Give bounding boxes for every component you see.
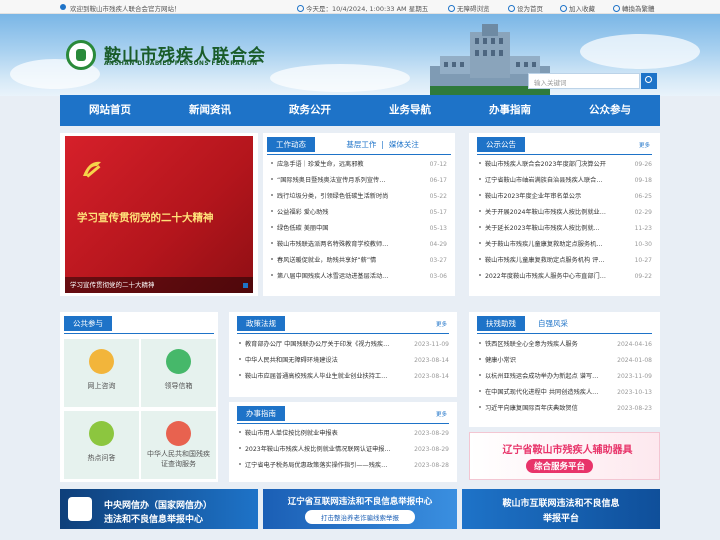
- tab-media[interactable]: 媒体关注: [384, 137, 424, 152]
- list-item[interactable]: 辽宁省鞍山市岫岩满族自治县残疾人联合… 09-18: [479, 173, 652, 189]
- promo-line1: 辽宁省鞍山市残疾人辅助器具: [502, 445, 633, 456]
- list-item[interactable]: 中华人民共和国无障碍环境建设法 2023-08-14: [239, 353, 449, 369]
- federation-logo: [66, 40, 96, 70]
- list-item[interactable]: 春风送暖促就业，助残共享好“薪”情 03-27: [271, 253, 447, 269]
- work-news-panel: 工作动态 基层工作 | 媒体关注 应急手语｜珍爱生命，远离邪教 07-12 “国际残奥…: [263, 133, 455, 296]
- search-button[interactable]: [641, 73, 657, 89]
- public-participation-panel: 公共参与 网上咨询 领导信箱 热点问答 中华人民共和国残疾证查询服务: [60, 312, 218, 482]
- slider-caption: 学习宣传贯彻党的二十大精神: [65, 277, 253, 293]
- tab-self-improvement[interactable]: 自强风采: [533, 316, 573, 331]
- top-bar: 欢迎到鞍山市残疾人联合会官方网站！ 今天是：10/4/2024, 1:00:33…: [0, 0, 720, 14]
- list-item[interactable]: 在中国式现代化进程中 共同创造残疾人… 2023-10-13: [479, 385, 652, 401]
- list-item[interactable]: 鞍山市2023年度企业年审名单公示 06-25: [479, 189, 652, 205]
- cac-report-banner[interactable]: 中央网信办（国家网信办） 违法和不良信息举报中心: [60, 489, 258, 529]
- tab-policy[interactable]: 政策法规: [237, 316, 285, 331]
- cac-logo-icon: [68, 497, 92, 521]
- list-item[interactable]: 鞍山市残疾儿童康复救助定点服务机构 评… 10-27: [479, 253, 652, 269]
- header-banner: 鞍山市残疾人联合会 ANSHAN DISABIED PERSONS FEDERA…: [0, 14, 720, 96]
- tab-public[interactable]: 公共参与: [64, 316, 112, 331]
- list-item[interactable]: 2023年鞍山市残疾人按比例就业情况联网认证申报… 2023-08-29: [239, 442, 449, 458]
- mail-icon: [166, 349, 191, 374]
- cloud-decoration: [270, 64, 410, 92]
- list-item[interactable]: “国际残奥日暨残奥法宣传月系列宣传… 06-17: [271, 173, 447, 189]
- policy-panel: 政策法规 更多 教育部办公厅 中国残联办公厅关于印发《视力残疾… 2023-11-…: [229, 312, 457, 397]
- accessible-link[interactable]: 无障碍浏览: [448, 3, 490, 13]
- slider-indicator[interactable]: [243, 283, 248, 288]
- list-item[interactable]: 鞍山市应届普通高校残疾人毕业生就业创业扶持工… 2023-08-14: [239, 369, 449, 385]
- online-consult-button[interactable]: 网上咨询: [64, 339, 139, 407]
- nav-home[interactable]: 网站首页: [60, 95, 160, 126]
- edit-icon: [89, 349, 114, 374]
- slider-panel: 学习宣传贯彻党的二十大精神 学习宣传贯彻党的二十大精神: [60, 133, 258, 296]
- help-disabled-panel: 扶残助残 自强风采 铁西区残联全心全意为残疾人服务 2024-04-16 健康小常识…: [469, 312, 660, 427]
- nav-government-affairs[interactable]: 政务公开: [260, 95, 360, 126]
- nav-service-guide[interactable]: 办事指南: [460, 95, 560, 126]
- set-homepage-link[interactable]: 设为首页: [508, 3, 543, 13]
- slider-headline: 学习宣传贯彻党的二十大精神: [77, 212, 214, 224]
- tab-work-news[interactable]: 工作动态: [267, 137, 315, 152]
- promo-line2: 综合服务平台: [526, 459, 594, 473]
- list-item[interactable]: 绿色低碳 美丽中国 05-13: [271, 221, 447, 237]
- traditional-chinese-link[interactable]: 轉換為繁體: [613, 3, 655, 13]
- star-icon: [560, 5, 567, 12]
- list-item[interactable]: 第八届中国残疾人冰雪运动进基层活动… 03-06: [271, 269, 447, 285]
- speaker-icon: [60, 4, 66, 10]
- convert-icon: [613, 5, 620, 12]
- home-icon: [508, 5, 515, 12]
- list-item[interactable]: 鞍山市用人单位按比例就业申报表 2023-08-29: [239, 426, 449, 442]
- list-item[interactable]: 公益福彩 爱心助残 05-17: [271, 205, 447, 221]
- certificate-icon: [166, 421, 191, 446]
- list-item[interactable]: 2022年度鞍山市残疾人服务中心市直部门… 09-22: [479, 269, 652, 285]
- notice-panel: 公示公告 更多 鞍山市残疾人联合会2023年度部门决算公开 09-26 辽宁省鞍山…: [469, 133, 660, 296]
- leader-mailbox-button[interactable]: 领导信箱: [141, 339, 216, 407]
- welcome-text: 欢迎到鞍山市残疾人联合会官方网站！: [70, 5, 181, 13]
- list-item[interactable]: 关于开展2024年鞍山市残疾人按比例就业… 02-29: [479, 205, 652, 221]
- more-link[interactable]: 更多: [436, 320, 447, 328]
- tab-help[interactable]: 扶残助残: [477, 316, 525, 331]
- list-item[interactable]: 鞍山市残疾人联合会2023年度部门决算公开 09-26: [479, 157, 652, 173]
- site-title-en: ANSHAN DISABIED PERSONS FEDERATION: [104, 61, 258, 67]
- hot-questions-button[interactable]: 热点问答: [64, 411, 139, 479]
- list-item[interactable]: 教育部办公厅 中国残联办公厅关于印发《视力残疾… 2023-11-09: [239, 337, 449, 353]
- add-favorite-link[interactable]: 加入收藏: [560, 3, 595, 13]
- nav-business[interactable]: 业务导航: [360, 95, 460, 126]
- main-nav: 网站首页 新闻资讯 政务公开 业务导航 办事指南 公众参与: [60, 95, 660, 126]
- list-item[interactable]: 健康小常识 2024-01-08: [479, 353, 652, 369]
- more-link[interactable]: 更多: [436, 410, 447, 418]
- more-link[interactable]: 更多: [639, 141, 650, 149]
- list-item[interactable]: 践行垃圾分类，引领绿色低碳生活新时尚 05-22: [271, 189, 447, 205]
- today-text: 今天是：10/4/2024, 1:00:33 AM 星期五: [297, 3, 428, 13]
- disability-cert-query-button[interactable]: 中华人民共和国残疾证查询服务: [141, 411, 216, 479]
- list-item[interactable]: 铁西区残联全心全意为残疾人服务 2024-04-16: [479, 337, 652, 353]
- liaoning-report-banner[interactable]: 辽宁省互联网违法和不良信息举报中心 打击整治养老诈骗线索举报: [263, 489, 457, 529]
- list-item[interactable]: 辽宁省电子税务局优惠政策落实操作指引——残疾… 2023-08-28: [239, 458, 449, 474]
- party-emblem-icon: [83, 161, 101, 178]
- list-item[interactable]: 鞍山市残联选派两名特殊教育学校教师… 04-29: [271, 237, 447, 253]
- tab-grassroots[interactable]: 基层工作: [341, 137, 381, 152]
- clock-icon: [297, 5, 304, 12]
- nav-news[interactable]: 新闻资讯: [160, 95, 260, 126]
- cloud-decoration: [580, 34, 700, 69]
- list-item[interactable]: 应急手语｜珍爱生命，远离邪教 07-12: [271, 157, 447, 173]
- anshan-report-banner[interactable]: 鞍山市互联网违法和不良信息 举报平台: [462, 489, 660, 529]
- list-item[interactable]: 习近平向康复国际百年庆典致贺信 2023-08-23: [479, 401, 652, 417]
- accessibility-icon: [448, 5, 455, 12]
- tab-notice[interactable]: 公示公告: [477, 137, 525, 152]
- tab-guide[interactable]: 办事指南: [237, 406, 285, 421]
- search-input[interactable]: 输入关键词: [528, 73, 640, 89]
- service-guide-panel: 办事指南 更多 鞍山市用人单位按比例就业申报表 2023-08-29 2023年鞍…: [229, 402, 457, 482]
- chat-icon: [89, 421, 114, 446]
- list-item[interactable]: 关于鞍山市残疾儿童康复救助定点服务机… 10-30: [479, 237, 652, 253]
- list-item[interactable]: 关于延长2023年鞍山市残疾人按比例就… 11-23: [479, 221, 652, 237]
- assistive-devices-banner[interactable]: 辽宁省鞍山市残疾人辅助器具 综合服务平台: [469, 432, 660, 480]
- list-item[interactable]: 以杭州亚残运会成功举办为新起点 谱写… 2023-11-09: [479, 369, 652, 385]
- slider-image[interactable]: 学习宣传贯彻党的二十大精神 学习宣传贯彻党的二十大精神: [65, 136, 253, 293]
- nav-public-participation[interactable]: 公众参与: [560, 95, 660, 126]
